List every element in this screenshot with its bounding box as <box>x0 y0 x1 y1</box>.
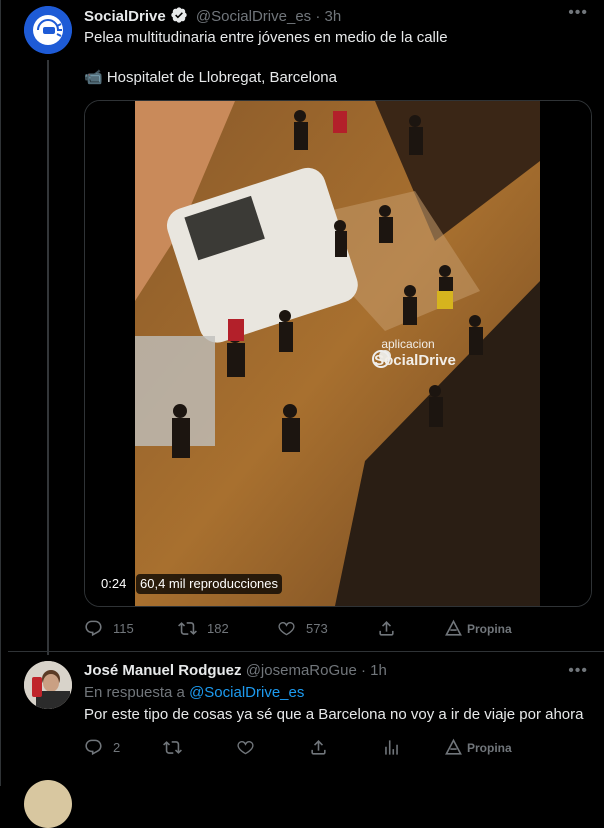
reply-icon <box>85 739 102 756</box>
reply-time[interactable]: 1h <box>370 662 387 679</box>
avatar-socialdrive[interactable] <box>24 6 72 54</box>
next-tweet-avatar[interactable] <box>24 780 72 828</box>
heart-icon <box>237 741 254 755</box>
reply-actions: 2 Propina <box>84 738 588 760</box>
retweet-count: 182 <box>207 621 229 636</box>
column-border <box>0 0 1 786</box>
tweet-time[interactable]: 3h <box>325 8 342 25</box>
replying-to-label: En respuesta a <box>84 684 185 701</box>
video-duration: 0:24 <box>97 574 131 594</box>
reply-reply-count: 2 <box>113 740 121 755</box>
tip-icon <box>445 738 462 755</box>
reply-share-button[interactable] <box>309 738 328 757</box>
tip-button[interactable]: Propina <box>444 619 512 638</box>
verified-badge-icon <box>171 7 187 23</box>
dot-separator: · <box>315 8 325 25</box>
reply-retweet-button[interactable] <box>163 738 182 757</box>
share-button[interactable] <box>377 619 396 638</box>
reply-header: José Manuel Rodguez @josemaRoGue · 1h <box>84 661 604 681</box>
retweet-icon <box>178 622 197 635</box>
tweet-location-line: 📹 Hospitalet de Llobregat, Barcelona <box>84 69 337 86</box>
reply-text: Por este tipo de cosas ya sé que a Barce… <box>84 706 584 723</box>
reply-more-options-icon[interactable]: ••• <box>568 662 588 680</box>
video-view-count: 60,4 mil reproducciones <box>136 574 283 594</box>
like-button[interactable]: 573 <box>277 619 328 638</box>
reply-tip-label: Propina <box>467 740 512 755</box>
reply-tip-button[interactable]: Propina <box>444 738 512 757</box>
user-photo-icon <box>24 661 72 709</box>
author-handle[interactable]: @SocialDrive_es <box>196 8 311 25</box>
reply-reply-button[interactable]: 2 <box>84 738 120 757</box>
reply-count: 115 <box>113 621 134 636</box>
tip-icon <box>445 619 462 636</box>
heart-icon <box>278 622 295 636</box>
socialdrive-logo-icon <box>24 6 72 54</box>
tip-label: Propina <box>467 621 512 636</box>
dot-separator: · <box>360 662 371 679</box>
tweet-actions: 115 182 573 Propina <box>84 619 588 641</box>
reply-icon <box>85 620 102 637</box>
watermark-line1: aplicacion <box>381 337 434 351</box>
tweet-text: Pelea multitudinaria entre jóvenes en me… <box>84 29 448 46</box>
replying-to-line: En respuesta a @SocialDrive_es <box>84 683 304 703</box>
avatar-josemarogue[interactable] <box>24 661 72 709</box>
retweet-icon <box>163 741 182 754</box>
like-count: 573 <box>306 621 328 636</box>
author-name[interactable]: SocialDrive <box>84 8 166 25</box>
video-player[interactable]: aplicacion SocialDrive 0:24 60,4 mil rep… <box>84 100 592 607</box>
tweet-socialdrive[interactable]: SocialDrive @SocialDrive_es · 3h ••• Pel… <box>8 0 604 655</box>
reply-author-name[interactable]: José Manuel Rodguez <box>84 662 242 679</box>
thread-line <box>47 60 49 655</box>
tweet-reply[interactable]: José Manuel Rodguez @josemaRoGue · 1h ••… <box>8 651 604 828</box>
replying-to-mention[interactable]: @SocialDrive_es <box>189 684 304 701</box>
reply-button[interactable]: 115 <box>84 619 134 638</box>
reply-author-handle[interactable]: @josemaRoGue <box>246 662 357 679</box>
retweet-button[interactable]: 182 <box>178 619 229 638</box>
share-icon <box>379 621 394 636</box>
analytics-icon <box>385 740 398 755</box>
analytics-button[interactable] <box>382 738 401 757</box>
tweet-header: SocialDrive @SocialDrive_es · 3h <box>84 6 604 26</box>
reply-like-button[interactable] <box>236 738 255 757</box>
share-icon <box>311 740 326 755</box>
video-frame: aplicacion SocialDrive <box>85 101 591 606</box>
watermark-line2: SocialDrive <box>374 352 456 369</box>
more-options-icon[interactable]: ••• <box>568 4 588 22</box>
